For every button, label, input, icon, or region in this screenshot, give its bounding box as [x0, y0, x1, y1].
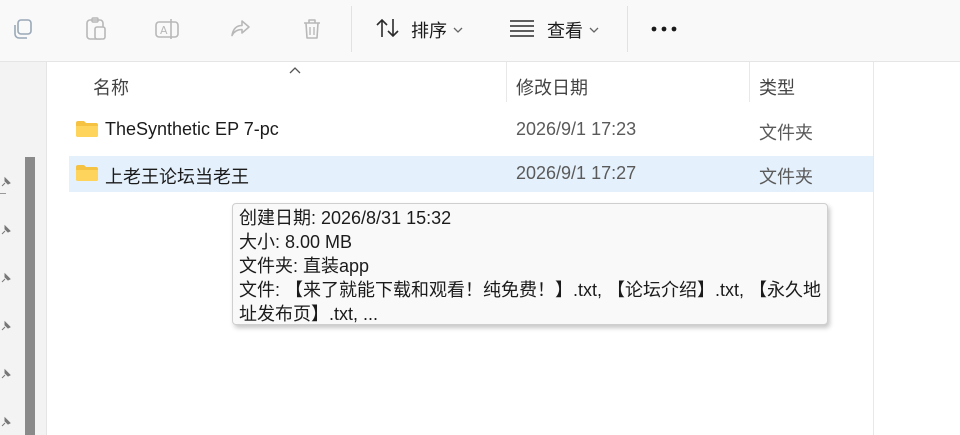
column-header: 名称 修改日期 类型 — [47, 62, 960, 106]
file-type: 文件夹 — [759, 123, 813, 143]
list-item[interactable]: TheSynthetic EP 7-pc 2026/9/1 17:23 文件夹 — [69, 112, 874, 148]
tooltip-created: 创建日期: 2026/8/31 15:32 — [239, 208, 452, 228]
column-divider[interactable] — [506, 62, 507, 102]
tooltip-size: 大小: 8.00 MB — [239, 232, 353, 252]
tooltip-files-continued: 址发布页】.txt, ... — [239, 304, 379, 324]
file-name: 上老王论坛当老王 — [105, 167, 249, 187]
sort-ascending-icon — [288, 62, 302, 80]
pin-icon[interactable] — [0, 415, 12, 427]
file-type: 文件夹 — [759, 167, 813, 187]
toolbar-divider — [351, 6, 352, 52]
column-type-header[interactable]: 类型 — [759, 74, 795, 100]
toolbar-divider — [627, 6, 628, 52]
view-button[interactable]: 查看 — [509, 12, 599, 48]
file-modified: 2026/9/1 17:27 — [516, 163, 637, 183]
pin-icon[interactable] — [0, 271, 12, 283]
tooltip-files: 文件: 【来了就能下载和观看！纯免费！】.txt, 【论坛介绍】.txt, 【永… — [239, 280, 822, 300]
pin-icon[interactable] — [0, 175, 12, 187]
rename-icon[interactable]: A — [152, 14, 182, 44]
nav-scrollbar-thumb[interactable] — [25, 157, 35, 435]
chevron-down-icon — [589, 21, 599, 39]
paste-icon[interactable] — [81, 14, 111, 44]
share-icon[interactable] — [225, 14, 255, 44]
sort-icon — [375, 17, 401, 44]
column-divider[interactable] — [749, 62, 750, 102]
column-name-header[interactable]: 名称 — [93, 74, 129, 100]
file-name: TheSynthetic EP 7-pc — [105, 119, 279, 139]
pin-icon[interactable] — [0, 367, 12, 379]
tooltip-folders: 文件夹: 直装app — [239, 256, 370, 276]
pin-icon[interactable] — [0, 223, 12, 235]
delete-icon[interactable] — [297, 14, 327, 44]
copy-icon[interactable] — [8, 14, 38, 44]
chevron-down-icon — [453, 21, 463, 39]
view-label: 查看 — [547, 21, 583, 41]
pane-divider — [873, 62, 874, 435]
folder-info-tooltip: 创建日期: 2026/8/31 15:32 大小: 8.00 MB 文件夹: 直… — [232, 203, 828, 325]
pin-icon[interactable] — [0, 319, 12, 331]
svg-text:A: A — [160, 24, 168, 37]
folder-icon — [75, 120, 99, 143]
command-bar: A 排序 查看 — [0, 0, 960, 62]
more-icon[interactable] — [649, 14, 679, 44]
list-item[interactable]: 上老王论坛当老王 2026/9/1 17:27 文件夹 — [69, 156, 874, 192]
file-modified: 2026/9/1 17:23 — [516, 119, 637, 139]
column-modified-header[interactable]: 修改日期 — [516, 74, 588, 100]
sort-label: 排序 — [411, 21, 447, 41]
navigation-pane — [0, 62, 47, 435]
sort-button[interactable]: 排序 — [375, 12, 463, 48]
view-icon — [509, 18, 535, 43]
nav-divider — [0, 193, 6, 194]
folder-icon — [75, 164, 99, 187]
